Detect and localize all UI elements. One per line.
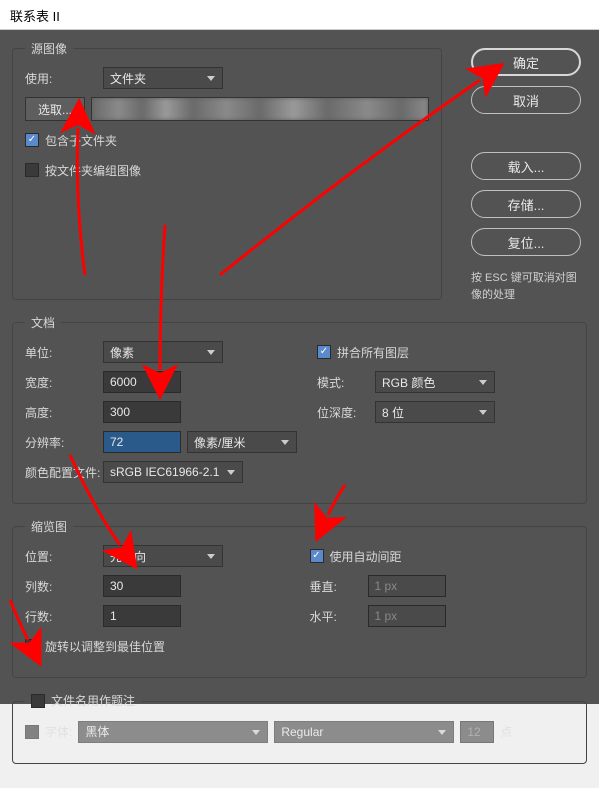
caption-legend-label: 文件名用作题注 [51, 692, 135, 709]
rows-input[interactable] [103, 605, 181, 627]
source-group: 源图像 使用: 文件夹 选取... 包含子文件夹 按文件夹 [12, 40, 442, 300]
unit-dropdown[interactable]: 像素 [103, 341, 223, 363]
height-input[interactable] [103, 401, 181, 423]
checkbox-icon [310, 549, 324, 563]
depth-label: 位深度: [317, 404, 375, 421]
resolution-label: 分辨率: [25, 434, 103, 451]
rotate-label: 旋转以调整到最佳位置 [45, 638, 165, 655]
unit-label: 单位: [25, 344, 103, 361]
mode-label: 模式: [317, 374, 375, 391]
profile-label: 颜色配置文件: [25, 464, 103, 481]
mode-value: RGB 颜色 [382, 374, 435, 391]
checkbox-icon [317, 345, 331, 359]
font-style-dropdown[interactable]: Regular [274, 721, 454, 743]
profile-dropdown[interactable]: sRGB IEC61966-2.1 [103, 461, 243, 483]
flatten-label: 拼合所有图层 [337, 344, 409, 361]
auto-spacing-checkbox[interactable]: 使用自动间距 [310, 548, 402, 565]
choose-button[interactable]: 选取... [25, 97, 85, 121]
ok-button[interactable]: 确定 [471, 48, 581, 76]
depth-dropdown[interactable]: 8 位 [375, 401, 495, 423]
source-legend: 源图像 [25, 40, 73, 57]
resolution-input[interactable] [103, 431, 181, 453]
path-display [91, 97, 429, 121]
height-label: 高度: [25, 404, 103, 421]
unit-value: 像素 [110, 344, 134, 361]
use-dropdown[interactable]: 文件夹 [103, 67, 223, 89]
cancel-button[interactable]: 取消 [471, 86, 581, 114]
font-value: 黑体 [85, 723, 109, 740]
caption-checkbox[interactable]: 文件名用作题注 [31, 692, 135, 709]
caption-legend: 文件名用作题注 [25, 692, 141, 711]
group-by-folder-label: 按文件夹编组图像 [45, 162, 141, 179]
rotate-checkbox[interactable]: 旋转以调整到最佳位置 [25, 638, 165, 655]
load-button[interactable]: 载入... [471, 152, 581, 180]
dialog-title: 联系表 II [0, 0, 599, 30]
font-style-value: Regular [281, 725, 323, 739]
flatten-checkbox[interactable]: 拼合所有图层 [317, 344, 409, 361]
checkbox-icon [25, 639, 39, 653]
rows-label: 行数: [25, 608, 103, 625]
include-subfolders-checkbox[interactable]: 包含子文件夹 [25, 132, 117, 149]
vertical-label: 垂直: [310, 578, 368, 595]
include-subfolders-label: 包含子文件夹 [45, 132, 117, 149]
font-label: 字体: [45, 723, 72, 740]
vertical-input [368, 575, 446, 597]
font-size-input [460, 721, 494, 743]
esc-hint: 按 ESC 键可取消对图像的处理 [471, 270, 581, 303]
profile-value: sRGB IEC61966-2.1 [110, 465, 219, 479]
document-legend: 文档 [25, 314, 61, 331]
checkbox-icon [25, 725, 39, 739]
checkbox-icon [31, 694, 45, 708]
thumbnail-legend: 缩览图 [25, 518, 73, 535]
width-input[interactable] [103, 371, 181, 393]
font-enable-checkbox[interactable]: 字体: [25, 723, 72, 740]
thumbnail-group: 缩览图 位置: 先横向 列数: 行数: [12, 518, 587, 678]
horizontal-label: 水平: [310, 608, 368, 625]
mode-dropdown[interactable]: RGB 颜色 [375, 371, 495, 393]
resolution-unit-value: 像素/厘米 [194, 434, 245, 451]
resolution-unit-dropdown[interactable]: 像素/厘米 [187, 431, 297, 453]
horizontal-input [368, 605, 446, 627]
width-label: 宽度: [25, 374, 103, 391]
caption-group: 文件名用作题注 字体: 黑体 Regular 点 [12, 692, 587, 764]
reset-button[interactable]: 复位... [471, 228, 581, 256]
font-size-unit: 点 [500, 723, 512, 740]
font-dropdown[interactable]: 黑体 [78, 721, 268, 743]
placement-dropdown[interactable]: 先横向 [103, 545, 223, 567]
auto-spacing-label: 使用自动间距 [330, 548, 402, 565]
checkbox-icon [25, 163, 39, 177]
use-label: 使用: [25, 70, 103, 87]
depth-value: 8 位 [382, 404, 404, 421]
use-value: 文件夹 [110, 70, 146, 87]
checkbox-icon [25, 133, 39, 147]
cols-label: 列数: [25, 578, 103, 595]
placement-value: 先横向 [110, 548, 146, 565]
cols-input[interactable] [103, 575, 181, 597]
placement-label: 位置: [25, 548, 103, 565]
group-by-folder-checkbox[interactable]: 按文件夹编组图像 [25, 162, 141, 179]
document-group: 文档 单位: 像素 宽度: 高度: [12, 314, 587, 504]
save-button[interactable]: 存储... [471, 190, 581, 218]
